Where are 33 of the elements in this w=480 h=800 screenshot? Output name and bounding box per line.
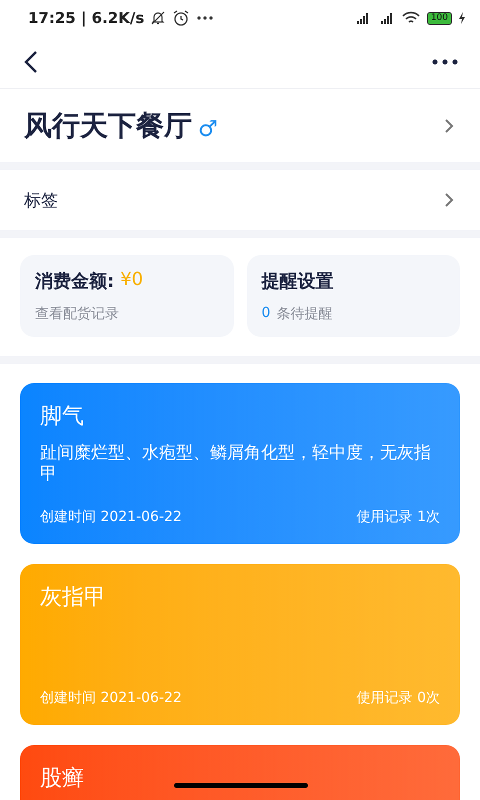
reminder-label: 提醒设置 — [262, 270, 334, 293]
chevron-right-icon[interactable] — [444, 192, 454, 208]
tag-label[interactable]: 标签 — [24, 188, 58, 212]
condition-title: 股癣 — [40, 765, 84, 793]
condition-description: 趾间糜烂型、水疱型、鳞屑角化型，轻中度，无灰指甲 — [40, 443, 432, 485]
restaurant-name: 风行天下餐厅 — [24, 108, 192, 144]
spend-amount: ¥0 — [120, 269, 144, 292]
reminder-card[interactable]: 提醒设置 0 条待提醒 — [246, 255, 460, 337]
back-icon[interactable] — [24, 50, 38, 74]
usage-count: 使用记录 1次 — [356, 508, 440, 526]
wifi-icon — [400, 11, 421, 25]
spend-label: 消费金额: — [35, 270, 114, 293]
usage-count: 使用记录 0次 — [356, 689, 440, 707]
reminder-text: 条待提醒 — [276, 305, 332, 323]
more-icon — [196, 15, 214, 21]
alarm-icon — [172, 10, 190, 26]
male-icon: ♂ — [198, 117, 218, 142]
condition-title: 灰指甲 — [40, 584, 106, 612]
battery-level: 100 — [426, 12, 452, 24]
bell-off-icon — [150, 10, 166, 26]
status-time: 17:25 | 6.2K/s — [28, 9, 144, 27]
charging-icon — [458, 11, 466, 25]
created-date: 创建时间 2021-06-22 — [40, 508, 182, 526]
chevron-right-icon[interactable] — [444, 118, 454, 134]
condition-title: 脚气 — [40, 403, 84, 431]
condition-card[interactable]: 脚气 趾间糜烂型、水疱型、鳞屑角化型，轻中度，无灰指甲 创建时间 2021-06-22 使用记录 1次 — [20, 383, 460, 544]
created-date: 创建时间 2021-06-22 — [40, 689, 182, 707]
more-icon[interactable] — [432, 59, 458, 65]
spend-card[interactable]: 消费金额: ¥0 查看配货记录 — [20, 255, 234, 337]
delivery-record-link[interactable]: 查看配货记录 — [35, 305, 218, 323]
reminder-count: 0 — [262, 305, 270, 323]
condition-card[interactable]: 股癣 — [20, 745, 460, 800]
condition-card[interactable]: 灰指甲 创建时间 2021-06-22 使用记录 0次 — [20, 564, 460, 725]
